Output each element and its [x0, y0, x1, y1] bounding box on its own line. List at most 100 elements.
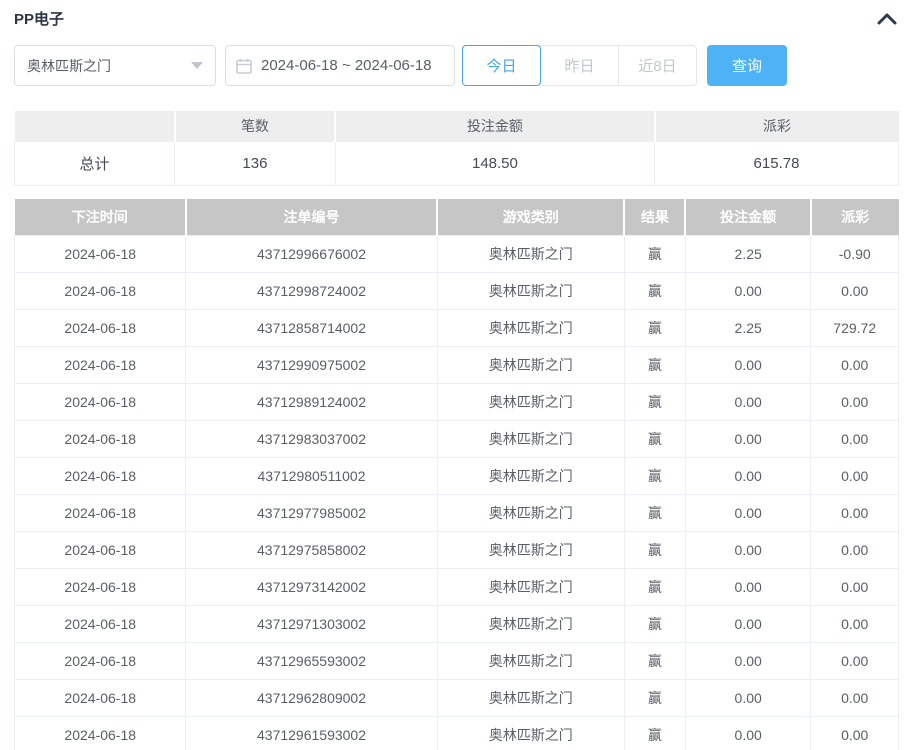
cell-order-id: 43712983037002 — [186, 421, 437, 458]
cell-bet-time: 2024-06-18 — [15, 643, 186, 680]
cell-result: 赢 — [624, 273, 685, 310]
cell-order-id: 43712965593002 — [186, 643, 437, 680]
cell-payout: 0.00 — [811, 717, 899, 750]
cell-game-type: 奥林匹斯之门 — [437, 717, 624, 750]
cell-game-type: 奥林匹斯之门 — [437, 310, 624, 347]
cell-game-type: 奥林匹斯之门 — [437, 495, 624, 532]
cell-payout: 0.00 — [811, 606, 899, 643]
table-row: 2024-06-1843712962809002奥林匹斯之门赢0.000.00 — [15, 680, 899, 717]
cell-bet-time: 2024-06-18 — [15, 347, 186, 384]
summary-header-payout: 派彩 — [655, 111, 899, 141]
records-header-row: 下注时间 注单编号 游戏类别 结果 投注金额 派彩 — [15, 199, 899, 236]
col-header-order-id: 注单编号 — [186, 199, 437, 236]
cell-bet-amount: 0.00 — [685, 273, 811, 310]
cell-result: 赢 — [624, 310, 685, 347]
cell-payout: 0.00 — [811, 273, 899, 310]
quick-filter-yesterday[interactable]: 昨日 — [540, 45, 619, 86]
cell-bet-amount: 2.25 — [685, 236, 811, 273]
cell-result: 赢 — [624, 606, 685, 643]
quick-filter-today[interactable]: 今日 — [462, 45, 541, 86]
cell-bet-amount: 0.00 — [685, 606, 811, 643]
cell-game-type: 奥林匹斯之门 — [437, 532, 624, 569]
cell-bet-amount: 0.00 — [685, 384, 811, 421]
cell-bet-time: 2024-06-18 — [15, 236, 186, 273]
cell-bet-amount: 2.25 — [685, 310, 811, 347]
cell-payout: 0.00 — [811, 384, 899, 421]
cell-bet-amount: 0.00 — [685, 643, 811, 680]
col-header-payout: 派彩 — [811, 199, 899, 236]
cell-game-type: 奥林匹斯之门 — [437, 421, 624, 458]
cell-bet-time: 2024-06-18 — [15, 310, 186, 347]
table-row: 2024-06-1843712998724002奥林匹斯之门赢0.000.00 — [15, 273, 899, 310]
table-row: 2024-06-1843712971303002奥林匹斯之门赢0.000.00 — [15, 606, 899, 643]
table-row: 2024-06-1843712983037002奥林匹斯之门赢0.000.00 — [15, 421, 899, 458]
cell-payout: 0.00 — [811, 532, 899, 569]
cell-bet-amount: 0.00 — [685, 717, 811, 750]
cell-order-id: 43712858714002 — [186, 310, 437, 347]
cell-bet-amount: 0.00 — [685, 532, 811, 569]
date-range-input[interactable]: 2024-06-18 ~ 2024-06-18 — [225, 45, 455, 86]
cell-payout: 0.00 — [811, 495, 899, 532]
cell-result: 赢 — [624, 495, 685, 532]
cell-bet-time: 2024-06-18 — [15, 384, 186, 421]
cell-game-type: 奥林匹斯之门 — [437, 680, 624, 717]
cell-result: 赢 — [624, 717, 685, 750]
summary-total-label: 总计 — [15, 141, 175, 185]
table-row: 2024-06-1843712961593002奥林匹斯之门赢0.000.00 — [15, 717, 899, 750]
table-row: 2024-06-1843712977985002奥林匹斯之门赢0.000.00 — [15, 495, 899, 532]
summary-header-empty — [15, 111, 175, 141]
cell-bet-time: 2024-06-18 — [15, 532, 186, 569]
col-header-bet-amount: 投注金额 — [685, 199, 811, 236]
panel-title: PP电子 — [14, 8, 64, 29]
cell-payout: 0.00 — [811, 347, 899, 384]
cell-payout: 0.00 — [811, 458, 899, 495]
date-range-value: 2024-06-18 ~ 2024-06-18 — [261, 57, 432, 74]
cell-game-type: 奥林匹斯之门 — [437, 606, 624, 643]
summary-payout-value: 615.78 — [655, 141, 899, 185]
query-button[interactable]: 查询 — [707, 45, 787, 86]
collapse-button[interactable] — [875, 10, 899, 27]
cell-payout: -0.90 — [811, 236, 899, 273]
calendar-icon — [236, 58, 252, 74]
cell-bet-time: 2024-06-18 — [15, 680, 186, 717]
cell-result: 赢 — [624, 680, 685, 717]
cell-bet-time: 2024-06-18 — [15, 273, 186, 310]
summary-total-row: 总计 136 148.50 615.78 — [15, 141, 899, 185]
cell-order-id: 43712962809002 — [186, 680, 437, 717]
summary-header-bet-amount: 投注金额 — [335, 111, 654, 141]
cell-order-id: 43712975858002 — [186, 532, 437, 569]
cell-order-id: 43712971303002 — [186, 606, 437, 643]
quick-filter-last-8-days[interactable]: 近8日 — [618, 45, 697, 86]
table-row: 2024-06-1843712858714002奥林匹斯之门赢2.25729.7… — [15, 310, 899, 347]
cell-game-type: 奥林匹斯之门 — [437, 458, 624, 495]
cell-game-type: 奥林匹斯之门 — [437, 273, 624, 310]
cell-result: 赢 — [624, 421, 685, 458]
caret-down-icon — [191, 62, 203, 69]
cell-bet-amount: 0.00 — [685, 495, 811, 532]
cell-order-id: 43712977985002 — [186, 495, 437, 532]
cell-result: 赢 — [624, 347, 685, 384]
summary-header-count: 笔数 — [175, 111, 336, 141]
cell-payout: 0.00 — [811, 569, 899, 606]
cell-game-type: 奥林匹斯之门 — [437, 569, 624, 606]
summary-table: 笔数 投注金额 派彩 总计 136 148.50 615.78 — [14, 111, 899, 186]
cell-payout: 729.72 — [811, 310, 899, 347]
panel-header: PP电子 — [14, 0, 899, 28]
col-header-bet-time: 下注时间 — [15, 199, 186, 236]
cell-order-id: 43712990975002 — [186, 347, 437, 384]
game-select-value: 奥林匹斯之门 — [27, 56, 111, 76]
cell-bet-amount: 0.00 — [685, 421, 811, 458]
table-row: 2024-06-1843712980511002奥林匹斯之门赢0.000.00 — [15, 458, 899, 495]
cell-bet-time: 2024-06-18 — [15, 458, 186, 495]
cell-result: 赢 — [624, 569, 685, 606]
table-row: 2024-06-1843712965593002奥林匹斯之门赢0.000.00 — [15, 643, 899, 680]
cell-result: 赢 — [624, 236, 685, 273]
cell-result: 赢 — [624, 458, 685, 495]
quick-filter-group: 今日昨日近8日 — [462, 45, 697, 86]
cell-payout: 0.00 — [811, 643, 899, 680]
cell-bet-time: 2024-06-18 — [15, 717, 186, 750]
table-row: 2024-06-1843712973142002奥林匹斯之门赢0.000.00 — [15, 569, 899, 606]
cell-order-id: 43712996676002 — [186, 236, 437, 273]
cell-order-id: 43712973142002 — [186, 569, 437, 606]
game-select[interactable]: 奥林匹斯之门 — [14, 45, 216, 86]
